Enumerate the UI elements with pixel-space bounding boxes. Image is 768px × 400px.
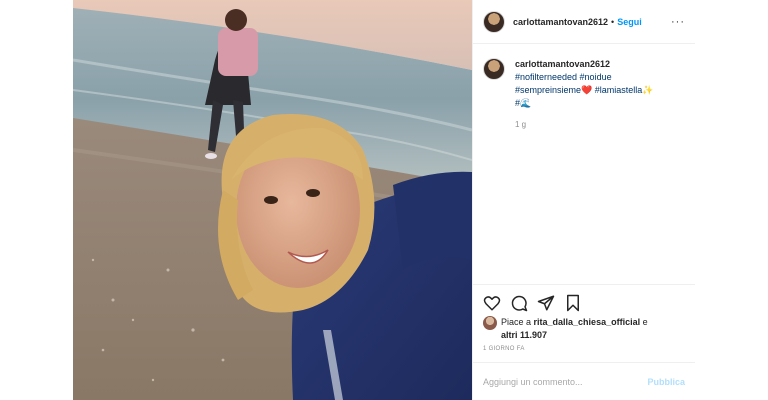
bookmark-icon[interactable] — [564, 294, 582, 312]
post-header: carlottamantovan2612 • Segui ··· — [473, 0, 695, 44]
post-caption: carlottamantovan2612 #nofilterneeded #no… — [473, 44, 695, 131]
share-icon[interactable] — [537, 294, 555, 312]
heart-icon[interactable] — [483, 294, 501, 312]
likes-prefix: Piace a — [501, 317, 534, 327]
caption-avatar[interactable] — [483, 58, 505, 80]
caption-hashtags-line2[interactable]: #sempreinsieme❤️ #lamiastella✨ — [515, 85, 653, 95]
more-options-icon[interactable]: ··· — [671, 16, 685, 28]
author-avatar[interactable] — [483, 10, 505, 33]
caption-hashtags-line3[interactable]: #🌊 — [515, 98, 531, 108]
likes-others[interactable]: altri 11.907 — [501, 330, 547, 340]
caption-hashtags-line1[interactable]: #nofilterneeded #noidue — [515, 72, 612, 82]
likes-text: Piace a rita_dalla_chiesa_official e alt… — [501, 316, 648, 342]
caption-text: carlottamantovan2612 #nofilterneeded #no… — [515, 58, 653, 131]
likes-summary: Piace a rita_dalla_chiesa_official e alt… — [483, 316, 688, 342]
liker-avatar[interactable] — [483, 316, 497, 330]
post-date: 1 GIORNO FA — [483, 346, 525, 352]
separator-dot: • — [611, 16, 615, 27]
publish-button[interactable]: Pubblica — [647, 377, 685, 387]
comment-icon[interactable] — [510, 294, 528, 312]
post-actions — [473, 284, 695, 320]
likes-middle: e — [640, 317, 648, 327]
follow-button[interactable]: Segui — [617, 17, 642, 27]
author-username[interactable]: carlottamantovan2612 — [513, 17, 608, 27]
beach-selfie-photo — [73, 0, 472, 400]
instagram-post: carlottamantovan2612 • Segui ··· carlott… — [73, 0, 695, 400]
caption-time: 1 g — [515, 120, 527, 129]
caption-username[interactable]: carlottamantovan2612 — [515, 58, 653, 71]
post-sidebar: carlottamantovan2612 • Segui ··· carlott… — [472, 0, 695, 400]
liker-username[interactable]: rita_dalla_chiesa_official — [534, 317, 641, 327]
post-photo[interactable] — [73, 0, 472, 400]
comment-bar: Pubblica — [473, 362, 695, 400]
comment-input[interactable] — [483, 376, 648, 387]
